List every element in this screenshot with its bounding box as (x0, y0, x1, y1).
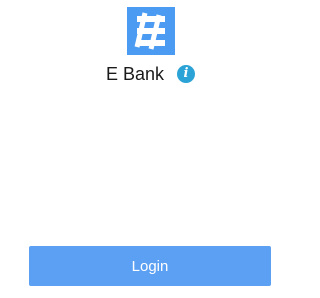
app-name: E Bank (106, 64, 165, 84)
info-icon[interactable]: i (177, 65, 195, 83)
ebank-logo-icon (127, 7, 175, 55)
login-button[interactable]: Login (29, 246, 271, 286)
info-glyph: i (183, 66, 189, 81)
app-title-row: E Bank i (0, 62, 300, 86)
